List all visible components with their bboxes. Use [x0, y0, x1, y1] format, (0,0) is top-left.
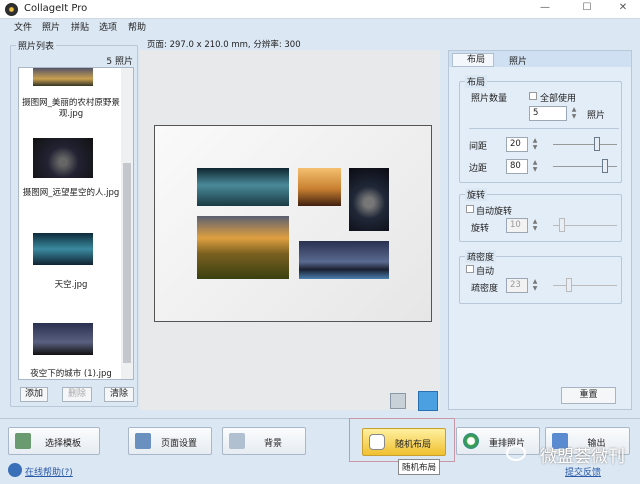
- rotation-label: 旋转: [471, 224, 490, 234]
- page-setup-button[interactable]: 页面设置: [128, 427, 212, 455]
- margin-stepper[interactable]: ▲ ▼: [530, 159, 540, 174]
- rotation-slider-handle[interactable]: [559, 218, 565, 232]
- rotation-input[interactable]: 10: [506, 218, 528, 233]
- help-icon: [8, 463, 22, 477]
- tab-photos[interactable]: 照片: [497, 54, 527, 67]
- delete-button[interactable]: 删除: [62, 387, 92, 402]
- photo-list-item[interactable]: 摄图网_美丽的农村原野景观.jpg: [21, 98, 121, 120]
- photo-thumbnail[interactable]: [33, 233, 93, 265]
- add-button[interactable]: 添加: [20, 387, 48, 402]
- photo-list-item[interactable]: 天空.jpg: [21, 280, 121, 291]
- tab-layout[interactable]: 布局: [452, 53, 494, 67]
- background-label: 背景: [263, 439, 282, 449]
- photo-count-input[interactable]: 5: [529, 106, 567, 121]
- margin-input[interactable]: 80: [506, 159, 528, 174]
- sparsity-slider[interactable]: [553, 285, 617, 286]
- menu-collage[interactable]: 拼贴: [71, 20, 89, 33]
- scrollbar-thumb[interactable]: [123, 163, 131, 363]
- minimize-button[interactable]: —: [530, 2, 560, 17]
- reset-button[interactable]: 重置: [561, 387, 616, 404]
- shuffle-photos-label: 重排照片: [488, 439, 525, 449]
- background-button[interactable]: 背景: [222, 427, 306, 455]
- photo-thumbnail[interactable]: [33, 138, 93, 178]
- tab-photos-label: 照片: [509, 57, 528, 67]
- spacing-label: 间距: [469, 142, 488, 152]
- clear-button[interactable]: 清除: [104, 387, 134, 402]
- auto-rotate-checkbox[interactable]: [466, 205, 474, 213]
- use-all-checkbox[interactable]: [529, 92, 537, 100]
- collage-photo-countryside[interactable]: [197, 216, 289, 279]
- settings-panel: 布局 照片 布局 照片数量 全部使用 5 ▲ ▼ 照片 间距 20 ▲ ▼ 边距 8…: [448, 50, 632, 410]
- collage-photo-sunset[interactable]: [298, 168, 341, 206]
- fit-page-icon[interactable]: [390, 393, 406, 409]
- tooltip: 随机布局: [398, 459, 441, 475]
- menu-bar: 文件 照片 拼贴 选项 帮助: [0, 19, 640, 33]
- photo-list-item[interactable]: 摄图网_远望星空的人.jpg: [21, 188, 121, 199]
- photo-list-label: 照片列表: [16, 39, 57, 52]
- photo-unit-label: 照片: [587, 111, 606, 121]
- window-title: CollageIt Pro: [24, 3, 88, 14]
- collage-photo-stargazer[interactable]: [349, 168, 389, 231]
- rotation-stepper[interactable]: ▲ ▼: [530, 218, 540, 233]
- spacing-slider-handle[interactable]: [593, 137, 600, 151]
- photo-thumbnail[interactable]: [33, 68, 93, 86]
- maximize-button[interactable]: ☐: [572, 2, 602, 17]
- margin-label: 边距: [469, 164, 488, 174]
- select-template-label: 选择模板: [44, 439, 81, 449]
- title-bar: CollageIt Pro — ☐ ✕: [0, 0, 640, 19]
- page-info: 页面: 297.0 x 210.0 mm, 分辨率: 300: [147, 40, 301, 50]
- tab-layout-label: 布局: [467, 55, 486, 65]
- auto-rotate-label: 自动旋转: [476, 207, 513, 217]
- collage-photo-city[interactable]: [299, 241, 389, 279]
- wechat-icon: [506, 445, 526, 461]
- spacing-input[interactable]: 20: [506, 137, 528, 152]
- shuffle-photos-button[interactable]: 重排照片: [456, 427, 540, 455]
- sparsity-stepper[interactable]: ▲ ▼: [530, 278, 540, 293]
- menu-photo[interactable]: 照片: [42, 20, 60, 33]
- auto-sparsity-checkbox[interactable]: [466, 265, 474, 273]
- spacing-stepper[interactable]: ▲ ▼: [530, 137, 540, 152]
- divider: [0, 418, 640, 419]
- photo-list-item[interactable]: 夜空下的城市 (1).jpg: [21, 369, 121, 379]
- photo-count-label: 照片数量: [471, 94, 508, 104]
- menu-help[interactable]: 帮助: [128, 20, 146, 33]
- select-template-button[interactable]: 选择模板: [8, 427, 100, 455]
- margin-slider-handle[interactable]: [602, 159, 609, 173]
- random-layout-label: 随机布局: [394, 440, 431, 450]
- app-logo-icon: [5, 3, 18, 16]
- rotation-group: 旋转: [459, 188, 622, 242]
- random-layout-button[interactable]: 随机布局: [362, 428, 446, 456]
- photo-count-stepper[interactable]: ▲ ▼: [569, 106, 579, 121]
- photo-count: 5 照片: [106, 57, 133, 67]
- grid-view-icon[interactable]: [418, 391, 438, 411]
- rotation-group-label: 旋转: [465, 188, 488, 201]
- use-all-label: 全部使用: [540, 94, 577, 104]
- close-button[interactable]: ✕: [608, 2, 638, 17]
- scrollbar[interactable]: [121, 68, 133, 379]
- page-setup-label: 页面设置: [160, 439, 197, 449]
- menu-options[interactable]: 选项: [99, 20, 117, 33]
- layout-group-label: 布局: [465, 75, 488, 88]
- menu-file[interactable]: 文件: [14, 20, 32, 33]
- photo-list[interactable]: 摄图网_美丽的农村原野景观.jpg 摄图网_远望星空的人.jpg 天空.jpg …: [18, 67, 134, 380]
- sparsity-slider-handle[interactable]: [566, 278, 572, 292]
- online-help-link[interactable]: 在线帮助(?): [25, 465, 73, 478]
- sparsity-input[interactable]: 23: [506, 278, 528, 293]
- sparsity-group-label: 疏密度: [465, 250, 497, 263]
- auto-sparsity-label: 自动: [476, 267, 495, 277]
- collage-page[interactable]: [154, 125, 432, 322]
- spacing-slider[interactable]: [553, 144, 617, 145]
- collage-photo-sky[interactable]: [197, 168, 289, 206]
- watermark: 微盟荟微刊: [540, 447, 625, 467]
- sparsity-label: 疏密度: [471, 284, 499, 294]
- photo-thumbnail[interactable]: [33, 323, 93, 355]
- divider: [469, 128, 619, 129]
